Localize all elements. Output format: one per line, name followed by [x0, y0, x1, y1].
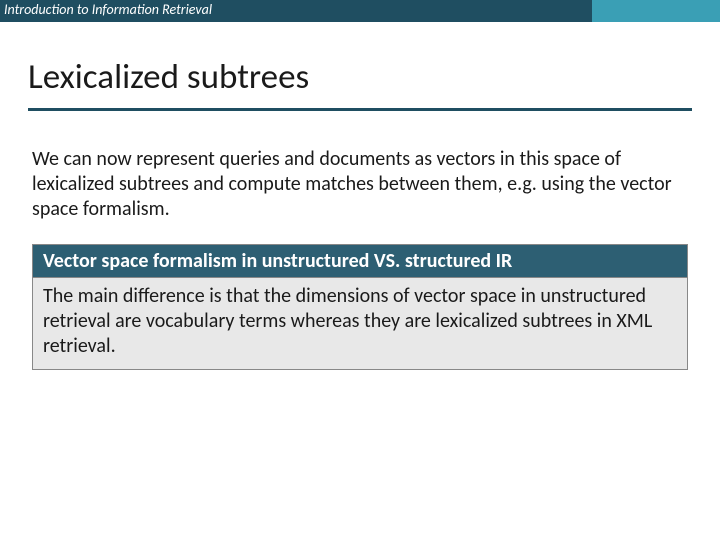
slide-title: Lexicalized subtrees — [28, 56, 692, 98]
callout-heading: Vector space formalism in unstructured V… — [33, 245, 687, 278]
body-paragraph: We can now represent queries and documen… — [28, 147, 692, 222]
callout-body: The main difference is that the dimensio… — [33, 278, 687, 369]
header-bar: Introduction to Information Retrieval — [0, 0, 720, 22]
header-accent — [592, 0, 720, 22]
callout-box: Vector space formalism in unstructured V… — [32, 244, 688, 370]
course-title: Introduction to Information Retrieval — [4, 1, 212, 18]
slide-content: Lexicalized subtrees We can now represen… — [0, 22, 720, 370]
title-underline — [28, 108, 692, 111]
